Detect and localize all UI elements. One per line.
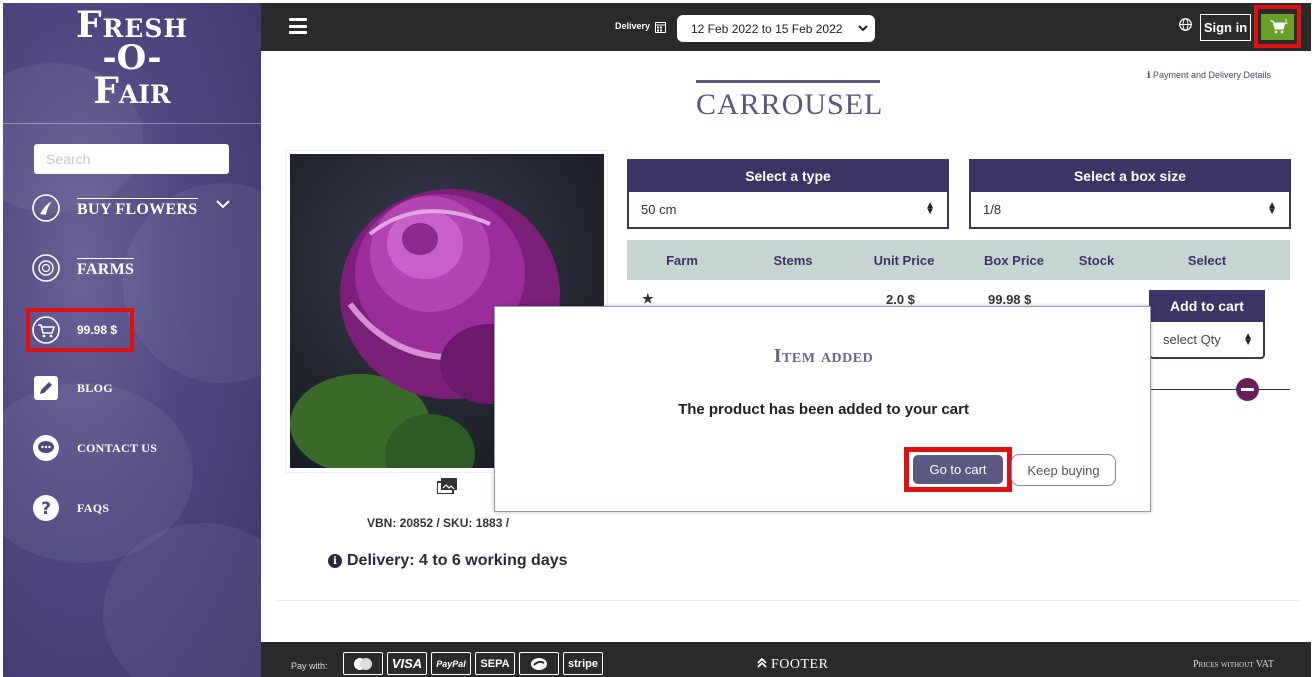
column-header-select: Select — [1187, 252, 1227, 268]
calendar-icon — [655, 20, 666, 38]
box-size-select-header: Select a box size — [969, 159, 1291, 192]
unit-price-value: 2.0 $ — [886, 292, 915, 307]
sidebar-item-faqs[interactable]: ? FAQS — [31, 491, 109, 525]
quantity-select-placeholder: select Qty — [1163, 332, 1221, 347]
top-bar: Delivery 12 Feb 2022 to 15 Feb 2022 Sign… — [261, 3, 1311, 51]
column-header-unit-price: Unit Price — [873, 252, 935, 268]
title-rule — [696, 80, 880, 83]
info-icon: i — [328, 554, 342, 568]
quantity-select[interactable]: select Qty ▲ ▼ — [1149, 322, 1265, 359]
updown-icon: ▲ ▼ — [925, 200, 935, 217]
delivery-time-text: Delivery: 4 to 6 working days — [347, 552, 568, 569]
paypal-logo: PayPal — [431, 652, 471, 675]
pencil-icon — [31, 373, 61, 403]
sidebar: Fresh -O- Fair BUY FLOWERS FARMS — [3, 3, 261, 677]
payment-details-label: Payment and Delivery Details — [1152, 70, 1271, 80]
info-icon: i — [1147, 71, 1151, 81]
go-to-cart-button[interactable]: Go to cart — [913, 455, 1003, 484]
svg-text:?: ? — [41, 499, 51, 519]
remove-icon[interactable] — [1236, 378, 1259, 401]
column-header-box-price: Box Price — [984, 252, 1044, 268]
type-select-header: Select a type — [627, 159, 949, 192]
modal-message: The product has been added to your cart — [678, 401, 969, 418]
payment-details-link[interactable]: i Payment and Delivery Details — [1147, 70, 1271, 81]
chevron-down-icon — [857, 22, 869, 34]
footer-toggle[interactable]: FOOTER — [757, 657, 828, 673]
modal-title: Item added — [773, 345, 874, 367]
top-cart-highlight: 1 — [1254, 5, 1301, 48]
mastercard-icon — [343, 652, 383, 675]
wallet-icon — [519, 652, 559, 675]
box-size-select-value: 1/8 — [983, 202, 1002, 217]
cart-icon — [1269, 20, 1286, 34]
add-to-cart-button[interactable]: Add to cart — [1149, 290, 1265, 322]
sidebar-item-contact[interactable]: CONTACT US — [31, 431, 157, 465]
box-size-select[interactable]: 1/8 ▲ ▼ — [969, 192, 1291, 229]
delivery-date-select[interactable]: 12 Feb 2022 to 15 Feb 2022 — [677, 15, 875, 42]
updown-icon: ▲ ▼ — [1267, 200, 1277, 217]
box-size-select-block: Select a box size 1/8 ▲ ▼ — [969, 159, 1291, 229]
column-header-stems: Stems — [773, 252, 813, 268]
item-added-modal: Item added The product has been added to… — [494, 306, 1151, 512]
chevron-down-icon[interactable] — [216, 196, 230, 214]
sidebar-item-buy-flowers[interactable]: BUY FLOWERS — [31, 191, 230, 225]
sidebar-item-label: BLOG — [77, 380, 113, 395]
top-cart-button[interactable]: 1 — [1261, 14, 1294, 40]
delivery-date-value: 12 Feb 2022 to 15 Feb 2022 — [691, 21, 843, 36]
product-codes: VBN: 20852 / SKU: 1883 / — [367, 516, 510, 530]
row-divider — [1150, 389, 1290, 390]
offers-table-header: Farm Stems Unit Price Box Price Stock Se… — [627, 240, 1290, 280]
type-select-block: Select a type 50 cm ▲ ▼ — [627, 159, 949, 229]
globe-icon[interactable] — [1179, 18, 1192, 36]
go-to-cart-highlight: Go to cart — [904, 447, 1012, 492]
logo-divider — [3, 123, 261, 124]
cart-icon — [31, 315, 61, 345]
sidebar-item-label: CONTACT US — [77, 440, 158, 455]
footer-label: FOOTER — [771, 657, 829, 672]
sidebar-item-blog[interactable]: BLOG — [31, 371, 113, 405]
bird-icon — [31, 193, 61, 223]
logo[interactable]: Fresh -O- Fair — [3, 7, 261, 109]
delivery-time: i Delivery: 4 to 6 working days — [328, 552, 568, 570]
logo-line2: -O- — [102, 38, 162, 78]
sepa-logo: SEPA — [475, 652, 515, 675]
chat-icon — [31, 433, 61, 463]
column-header-farm: Farm — [666, 252, 698, 268]
stripe-logo: stripe — [563, 652, 603, 675]
prices-note: Prices without VAT — [1193, 659, 1275, 670]
sidebar-item-cart[interactable]: 99.98 $ — [31, 313, 117, 347]
updown-icon: ▲ ▼ — [1243, 331, 1253, 348]
sidebar-item-farms[interactable]: FARMS — [31, 251, 135, 285]
sidebar-item-label: FAQS — [77, 500, 110, 515]
gallery-icon[interactable] — [436, 478, 457, 499]
sidebar-item-label: FARMS — [77, 257, 135, 279]
footer: Pay with: VISA PayPal SEPA stripe FOOTER… — [261, 642, 1311, 677]
double-chevron-up-icon — [757, 657, 771, 672]
pay-with-label: Pay with: — [291, 661, 328, 671]
app-root: Fresh -O- Fair BUY FLOWERS FARMS — [0, 0, 1316, 677]
keep-buying-button[interactable]: Keep buying — [1011, 454, 1116, 486]
delivery-label: Delivery — [615, 21, 651, 31]
visa-logo: VISA — [387, 652, 427, 675]
product-title: CARROUSEL — [696, 88, 884, 121]
rose-icon — [31, 253, 61, 283]
search-input[interactable] — [34, 144, 229, 174]
cart-total: 99.98 $ — [77, 323, 118, 337]
logo-line3: Fair — [93, 70, 171, 112]
menu-icon[interactable] — [289, 18, 307, 34]
farm-rating-star: ★ — [642, 291, 654, 306]
column-header-stock: Stock — [1078, 252, 1115, 268]
cart-count-badge: 1 — [1284, 19, 1288, 26]
type-select[interactable]: 50 cm ▲ ▼ — [627, 192, 949, 229]
question-icon: ? — [31, 493, 61, 523]
sign-in-button[interactable]: Sign in — [1200, 14, 1251, 41]
box-price-value: 99.98 $ — [988, 292, 1032, 307]
type-select-value: 50 cm — [641, 202, 677, 217]
content-divider — [276, 600, 1300, 601]
sidebar-item-label: BUY FLOWERS — [77, 197, 198, 219]
